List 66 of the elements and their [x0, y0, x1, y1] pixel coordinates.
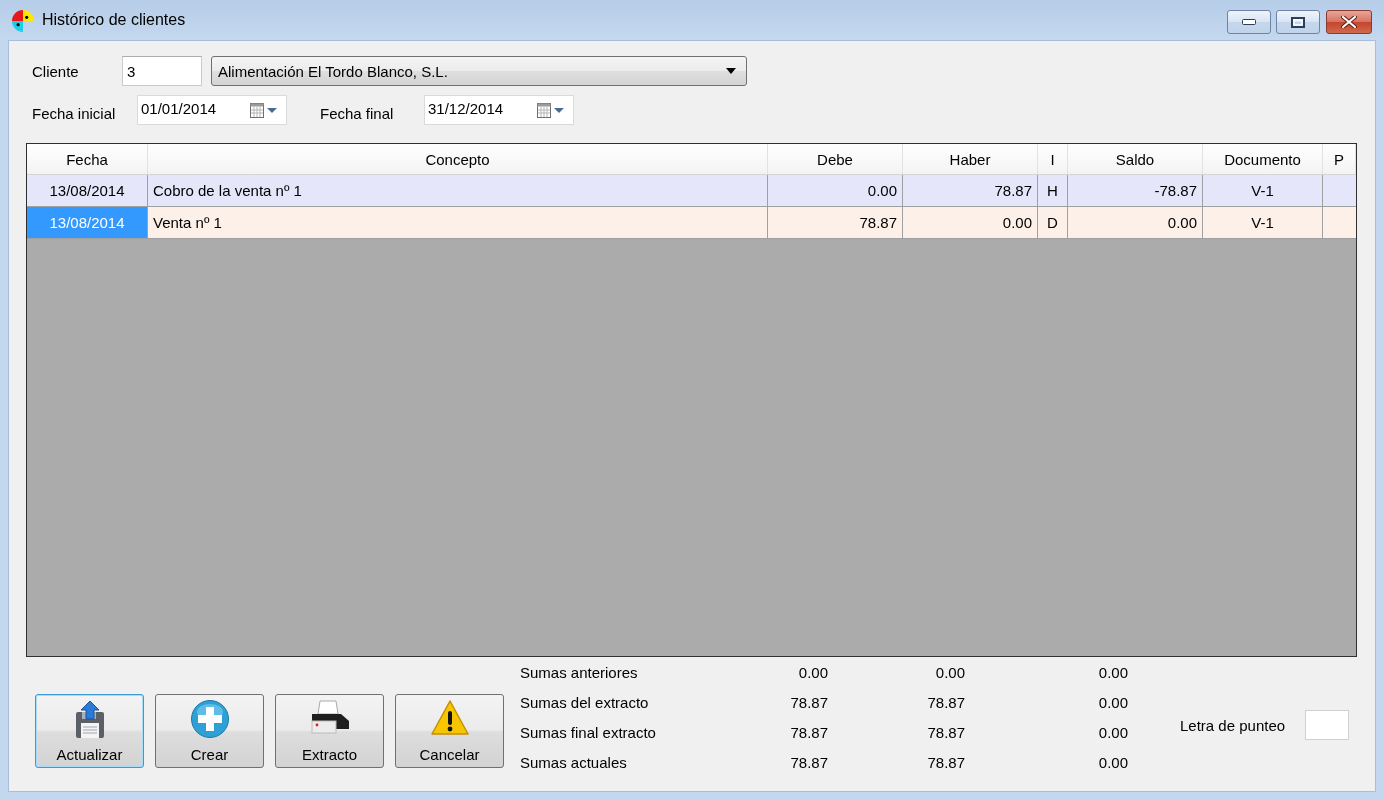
table-cell: Cobro de la venta nº 1	[148, 175, 768, 206]
client-label: Cliente	[32, 62, 80, 80]
table-cell: 0.00	[768, 175, 903, 206]
totals-value: 78.87	[789, 693, 828, 711]
minimize-icon	[1242, 19, 1256, 25]
totals-value: 0.00	[797, 663, 828, 681]
table-cell: H	[1038, 175, 1068, 206]
totals-value: 0.00	[1097, 663, 1128, 681]
column-header[interactable]: Saldo	[1068, 144, 1203, 174]
statement-button[interactable]: Extracto	[275, 694, 384, 768]
create-button[interactable]: Crear	[155, 694, 264, 768]
totals-value: 78.87	[926, 693, 965, 711]
table-cell: V-1	[1203, 207, 1323, 238]
totals-value: 78.87	[789, 753, 828, 771]
totals-label: Sumas anteriores	[520, 663, 639, 681]
column-header[interactable]: Haber	[903, 144, 1038, 174]
punteo-label: Letra de punteo	[1180, 716, 1286, 734]
table-cell: 78.87	[768, 207, 903, 238]
table-cell: -78.87	[1068, 175, 1203, 206]
maximize-icon	[1291, 16, 1305, 28]
end-date-label: Fecha final	[320, 105, 395, 124]
table-cell: D	[1038, 207, 1068, 238]
close-icon	[1341, 16, 1357, 28]
maximize-button[interactable]	[1276, 10, 1320, 34]
totals-value: 78.87	[789, 723, 828, 741]
table-row[interactable]: 13/08/2014 Cobro de la venta nº 1 0.00 78.87 H -78.87 V-1	[27, 175, 1356, 207]
table-cell: 13/08/2014	[27, 175, 148, 206]
totals-label: Sumas actuales	[520, 753, 628, 771]
cancel-button[interactable]: Cancelar	[395, 694, 504, 768]
client-code-field[interactable]: 3	[122, 56, 202, 86]
totals-label: Sumas final extracto	[520, 723, 657, 741]
plus-circle-icon	[190, 700, 229, 738]
client-dropdown[interactable]: Alimentación El Tordo Blanco, S.L.	[211, 56, 747, 86]
column-header[interactable]: Debe	[768, 144, 903, 174]
totals-value: 0.00	[1097, 723, 1128, 741]
calendar-dropdown-icon[interactable]	[250, 102, 278, 118]
table-cell: 0.00	[903, 207, 1038, 238]
start-date-label: Fecha inicial	[32, 105, 117, 124]
column-header[interactable]: I	[1038, 144, 1068, 174]
punteo-field[interactable]	[1305, 710, 1350, 740]
table-cell: V-1	[1203, 175, 1323, 206]
column-header[interactable]: Documento	[1203, 144, 1323, 174]
totals-value: 78.87	[926, 753, 965, 771]
close-button[interactable]	[1326, 10, 1372, 34]
table-cell: 0.00	[1068, 207, 1203, 238]
table-cell: 78.87	[903, 175, 1038, 206]
table-row[interactable]: 13/08/2014 Venta nº 1 78.87 0.00 D 0.00 V-1	[27, 207, 1356, 239]
window-title: Histórico de clientes	[42, 11, 186, 29]
minimize-button[interactable]	[1227, 10, 1271, 34]
table-cell: Venta nº 1	[148, 207, 768, 238]
caret-icon	[726, 68, 736, 74]
warning-icon	[430, 700, 469, 736]
printer-icon	[309, 700, 350, 734]
start-date-field[interactable]: 01/01/2014	[137, 95, 287, 125]
totals-label: Sumas del extracto	[520, 693, 650, 711]
totals-value: 78.87	[926, 723, 965, 741]
end-date-field[interactable]: 31/12/2014	[424, 95, 574, 125]
totals-value: 0.00	[934, 663, 965, 681]
table-cell: 13/08/2014	[27, 207, 148, 238]
totals-value: 0.00	[1097, 753, 1128, 771]
calendar-dropdown-icon[interactable]	[537, 102, 565, 118]
color-wheel-icon	[12, 10, 34, 32]
totals-value: 0.00	[1097, 693, 1128, 711]
column-header[interactable]: Concepto	[148, 144, 768, 174]
update-button[interactable]: Actualizar	[35, 694, 144, 768]
column-header[interactable]: Fecha	[27, 144, 148, 174]
